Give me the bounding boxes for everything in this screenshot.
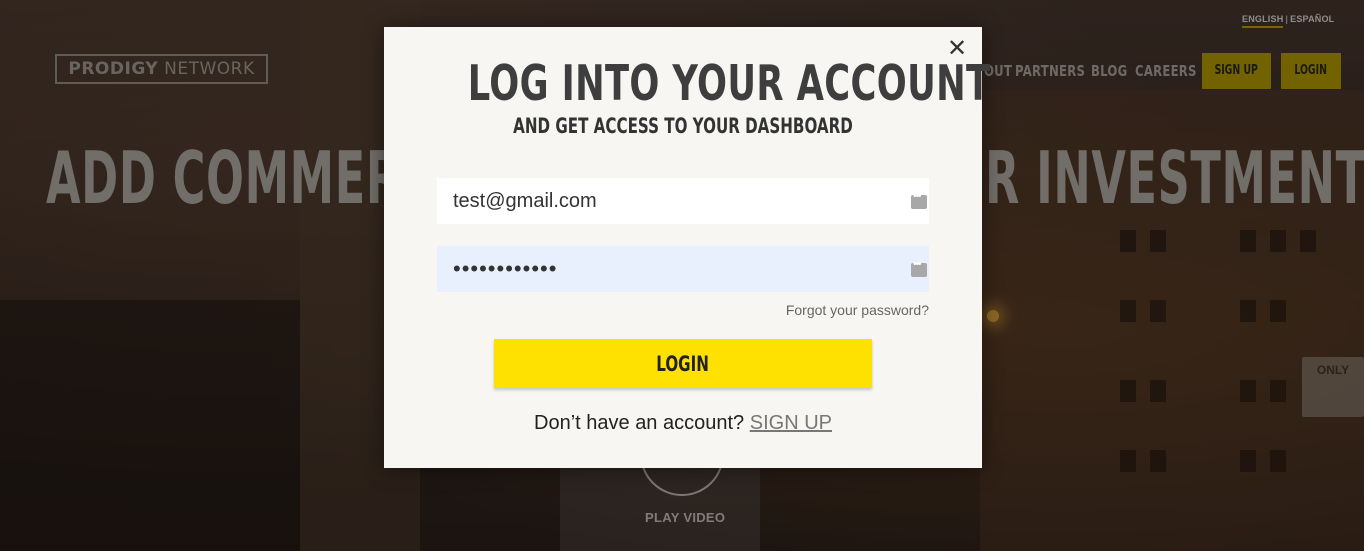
signup-link[interactable]: SIGN UP — [750, 412, 832, 434]
modal-title: LOG INTO YOUR ACCOUNT — [467, 55, 991, 112]
login-button-label: LOGIN — [656, 351, 710, 376]
login-modal: ✕ LOG INTO YOUR ACCOUNT AND GET ACCESS T… — [384, 27, 991, 468]
password-field[interactable] — [437, 246, 929, 292]
signup-prompt: Don’t have an account? SIGN UP — [384, 412, 982, 435]
no-account-text: Don’t have an account? — [534, 412, 745, 434]
login-button[interactable]: LOGIN — [494, 339, 872, 388]
modal-subtitle: AND GET ACCESS TO YOUR DASHBOARD — [513, 114, 853, 138]
password-manager-icon[interactable] — [911, 191, 927, 209]
email-field[interactable] — [437, 178, 929, 224]
forgot-password-link[interactable]: Forgot your password? — [786, 302, 929, 318]
password-manager-icon[interactable] — [911, 259, 927, 277]
